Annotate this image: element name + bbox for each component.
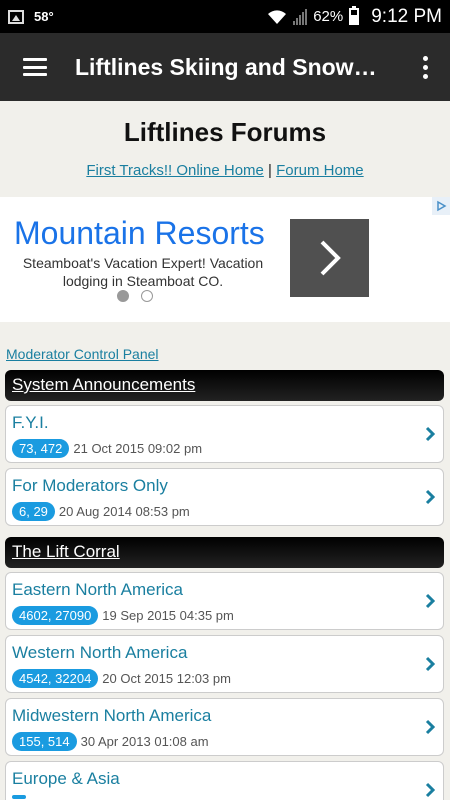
ad-pagination <box>117 290 153 302</box>
battery-percent: 62% <box>313 8 344 25</box>
forum-meta: 4542, 32204 20 Oct 2015 12:03 pm <box>12 669 231 688</box>
forum-row[interactable]: Eastern North America 4602, 27090 19 Sep… <box>5 572 444 630</box>
count-badge: 4602, 27090 <box>12 606 99 625</box>
chevron-right-icon[interactable] <box>425 719 435 735</box>
last-post-date: 21 Oct 2015 09:02 pm <box>73 441 203 456</box>
ad-banner[interactable]: Mountain Resorts Steamboat's Vacation Ex… <box>0 197 450 322</box>
forum-name[interactable]: For Moderators Only <box>12 476 168 496</box>
header-links: First Tracks!! Online Home | Forum Home <box>0 162 450 179</box>
ad-title[interactable]: Mountain Resorts <box>14 215 265 252</box>
ad-next-button[interactable] <box>290 219 369 297</box>
app-title: Liftlines Skiing and Snowboarding <box>75 53 390 80</box>
menu-icon[interactable] <box>23 58 47 76</box>
forum-row[interactable]: Western North America 4542, 32204 20 Oct… <box>5 635 444 693</box>
clock: 9:12 PM <box>371 5 442 27</box>
forum-meta: 155, 514 30 Apr 2013 01:08 am <box>12 732 209 751</box>
signal-icon <box>293 8 308 25</box>
count-badge: 4542, 32204 <box>12 669 99 688</box>
last-post-date: 19 Sep 2015 04:35 pm <box>102 608 234 623</box>
chevron-right-icon[interactable] <box>425 489 435 505</box>
overflow-menu-icon[interactable] <box>423 55 428 79</box>
count-badge: 6, 29 <box>12 502 55 521</box>
adchoices-icon[interactable] <box>432 197 450 215</box>
forum-meta <box>12 795 30 799</box>
chevron-right-icon[interactable] <box>425 782 435 798</box>
ad-text: Steamboat's Vacation Expert! Vacation lo… <box>22 255 264 289</box>
chevron-right-icon[interactable] <box>425 426 435 442</box>
category-header[interactable]: System Announcements <box>5 370 444 401</box>
category-header[interactable]: The Lift Corral <box>5 537 444 568</box>
forum-meta: 73, 472 21 Oct 2015 09:02 pm <box>12 439 202 458</box>
chevron-right-icon[interactable] <box>425 593 435 609</box>
count-badge: 155, 514 <box>12 732 77 751</box>
forum-row[interactable]: For Moderators Only 6, 29 20 Aug 2014 08… <box>5 468 444 526</box>
forum-list: Moderator Control Panel System Announcem… <box>0 322 450 800</box>
count-badge <box>12 795 26 799</box>
chevron-right-icon <box>320 240 341 276</box>
status-bar: 58° 62% 9:12 PM <box>0 0 450 33</box>
last-post-date: 30 Apr 2013 01:08 am <box>80 734 209 749</box>
image-notification-icon <box>8 9 24 24</box>
chevron-right-icon[interactable] <box>425 656 435 672</box>
link-separator: | <box>268 162 272 179</box>
forum-row[interactable]: F.Y.I. 73, 472 21 Oct 2015 09:02 pm <box>5 405 444 463</box>
ad-dot[interactable] <box>141 290 153 302</box>
moderator-control-panel-link[interactable]: Moderator Control Panel <box>6 346 159 362</box>
count-badge: 73, 472 <box>12 439 70 458</box>
forum-meta: 6, 29 20 Aug 2014 08:53 pm <box>12 502 190 521</box>
page-title: Liftlines Forums <box>123 117 327 147</box>
forum-name[interactable]: F.Y.I. <box>12 413 49 433</box>
forum-name[interactable]: Eastern North America <box>12 580 183 600</box>
last-post-date: 20 Aug 2014 08:53 pm <box>58 504 190 519</box>
battery-icon <box>349 6 360 25</box>
forum-name[interactable]: Europe & Asia <box>12 769 120 789</box>
forum-row[interactable]: Europe & Asia <box>5 761 444 800</box>
ad-dot-active[interactable] <box>117 290 129 302</box>
app-bar: Liftlines Skiing and Snowboarding <box>0 33 450 101</box>
forum-home-link[interactable]: Forum Home <box>276 162 364 179</box>
forum-header: Liftlines Forums First Tracks!! Online H… <box>0 101 450 197</box>
forum-name[interactable]: Western North America <box>12 643 187 663</box>
temperature: 58° <box>34 9 54 24</box>
forum-meta: 4602, 27090 19 Sep 2015 04:35 pm <box>12 606 234 625</box>
forum-row[interactable]: Midwestern North America 155, 514 30 Apr… <box>5 698 444 756</box>
first-tracks-home-link[interactable]: First Tracks!! Online Home <box>86 162 264 179</box>
wifi-icon <box>268 9 287 24</box>
last-post-date: 20 Oct 2015 12:03 pm <box>102 671 231 686</box>
forum-name[interactable]: Midwestern North America <box>12 706 211 726</box>
